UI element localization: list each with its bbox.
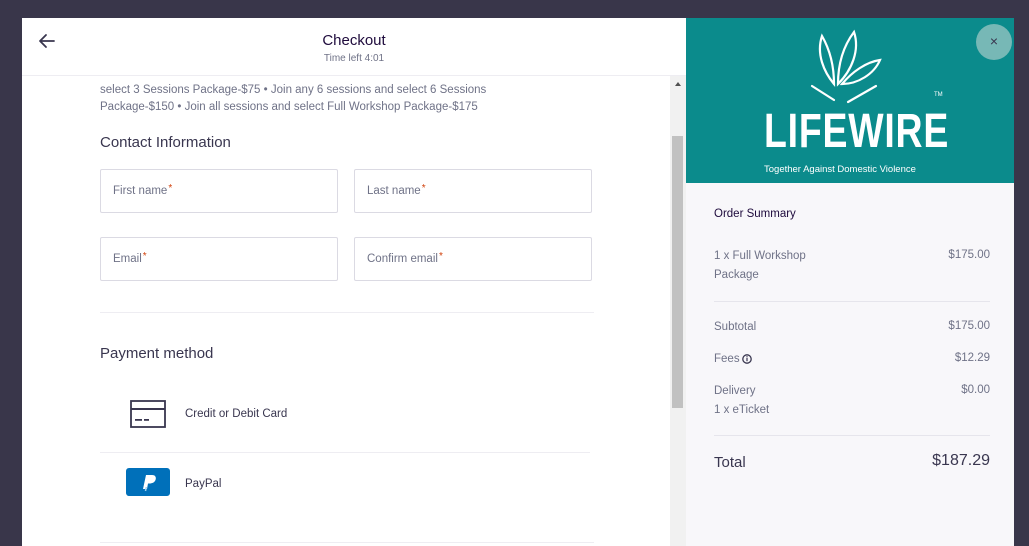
section-divider <box>100 312 594 313</box>
lifewire-logo-text: LIFEWIRE <box>764 105 950 158</box>
scroll-up-arrow-icon[interactable] <box>670 78 686 90</box>
payment-option-label: PayPal <box>185 478 222 490</box>
event-banner: TM LIFEWIRE Together Against Domestic Vi… <box>686 18 1014 183</box>
confirm-email-label: Confirm email* <box>367 251 443 265</box>
trademark-mark: TM <box>934 92 943 98</box>
required-marker: * <box>142 251 147 262</box>
close-button[interactable]: × <box>976 24 1012 60</box>
countdown-timer: Time left 4:01 <box>323 53 385 64</box>
checkout-modal: Checkout Time left 4:01 select 3 Session… <box>22 18 1014 546</box>
page-title: Checkout <box>322 32 386 49</box>
total-label: Total <box>714 454 746 471</box>
required-marker: * <box>168 183 173 194</box>
event-description: select 3 Sessions Package-$75 • Join any… <box>100 82 580 116</box>
paypal-icon <box>126 468 170 496</box>
lifewire-logo-leaves-icon <box>810 29 882 104</box>
last-name-field[interactable]: Last name* <box>354 169 592 213</box>
summary-divider <box>714 301 990 302</box>
total-value: $187.29 <box>932 452 990 469</box>
form-scroll-area[interactable]: select 3 Sessions Package-$75 • Join any… <box>22 76 670 546</box>
close-icon: × <box>989 33 999 49</box>
subtotal-label: Subtotal <box>714 321 757 333</box>
description-line: Package-$150 • Join all sessions and sel… <box>100 101 478 113</box>
payment-option-label: Credit or Debit Card <box>185 408 288 420</box>
logo-tagline: Together Against Domestic Violence <box>764 164 916 175</box>
order-item-line: Package <box>714 269 759 281</box>
summary-divider <box>714 435 990 436</box>
order-summary-heading: Order Summary <box>714 208 796 220</box>
required-marker: * <box>421 183 426 194</box>
delivery-label: Delivery 1 x eTicket <box>714 382 769 420</box>
fees-value: $12.29 <box>954 352 990 364</box>
payment-divider <box>100 452 590 453</box>
confirm-email-field[interactable]: Confirm email* <box>354 237 592 281</box>
description-line: select 3 Sessions Package-$75 • Join any… <box>100 84 487 96</box>
section-divider <box>100 542 594 543</box>
payment-method-heading: Payment method <box>100 345 214 362</box>
payment-option-paypal[interactable]: PayPal <box>100 456 590 516</box>
required-marker: * <box>438 251 443 262</box>
checkout-form-panel: Checkout Time left 4:01 select 3 Session… <box>22 18 686 546</box>
order-item-line: 1 x Full Workshop <box>714 250 806 262</box>
scrollbar[interactable] <box>670 76 686 546</box>
order-item-name: 1 x Full Workshop Package <box>714 247 806 285</box>
email-field[interactable]: Email* <box>100 237 338 281</box>
order-summary-panel: TM LIFEWIRE Together Against Domestic Vi… <box>686 18 1014 546</box>
delivery-title: Delivery <box>714 385 756 397</box>
delivery-type: 1 x eTicket <box>714 404 770 416</box>
scrollbar-thumb[interactable] <box>672 136 683 408</box>
payment-option-card[interactable]: Credit or Debit Card <box>100 386 590 446</box>
credit-card-icon <box>130 400 166 428</box>
info-icon[interactable] <box>741 354 752 364</box>
first-name-field[interactable]: First name* <box>100 169 338 213</box>
order-item-price: $175.00 <box>948 249 990 261</box>
subtotal-value: $175.00 <box>948 320 990 332</box>
fees-label: Fees <box>714 350 752 369</box>
contact-info-heading: Contact Information <box>100 134 231 151</box>
last-name-label: Last name* <box>367 183 426 197</box>
checkout-header: Checkout Time left 4:01 <box>22 18 686 76</box>
first-name-label: First name* <box>113 183 173 197</box>
delivery-value: $0.00 <box>961 384 990 396</box>
email-label: Email* <box>113 251 147 265</box>
